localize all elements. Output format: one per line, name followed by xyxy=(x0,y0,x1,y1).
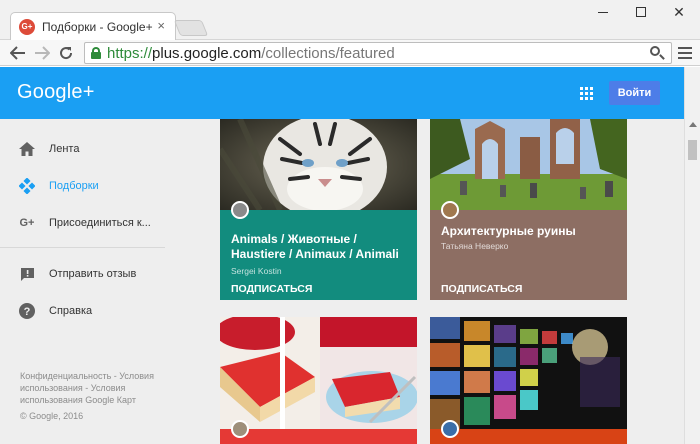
card-title: Animals / Животные / Haustiere / Animaux… xyxy=(231,232,399,261)
window-maximize-button[interactable] xyxy=(624,0,658,24)
sidebar-footer-links[interactable]: Конфиденциальность - Условия использован… xyxy=(20,370,165,406)
gplus-favicon-icon: G+ xyxy=(19,18,35,35)
browser-tab[interactable]: G+ Подборки - Google+ × xyxy=(10,12,176,40)
window-minimize-button[interactable] xyxy=(586,0,620,24)
card-info: Архитектурные руины Татьяна Неверко ПОДП… xyxy=(430,201,627,300)
sidebar-item-collections[interactable]: Подборки xyxy=(0,168,165,204)
url-scheme: https:// xyxy=(107,44,153,62)
feedback-icon xyxy=(18,265,36,283)
avatar xyxy=(441,420,459,438)
window-close-button[interactable]: ✕ xyxy=(662,0,696,24)
collection-card[interactable] xyxy=(430,317,627,444)
sidebar-item-label: Лента xyxy=(49,143,80,155)
forward-button[interactable] xyxy=(32,43,52,63)
avatar xyxy=(231,201,249,219)
sidebar-item-feedback[interactable]: Отправить отзыв xyxy=(0,256,165,292)
home-icon xyxy=(18,140,36,158)
new-tab-button[interactable] xyxy=(173,20,209,36)
page-scrollbar[interactable] xyxy=(684,67,700,444)
follow-button[interactable]: ПОДПИСАТЬСЯ xyxy=(441,283,522,295)
arrow-right-icon xyxy=(35,46,50,60)
gplus-icon: G+ xyxy=(19,217,35,229)
follow-button[interactable]: ПОДПИСАТЬСЯ xyxy=(231,283,312,295)
sidebar-item-help[interactable]: ? Справка xyxy=(0,293,165,329)
gplus-logo[interactable]: Google+ xyxy=(17,81,95,104)
tab-title: Подборки - Google+ xyxy=(42,19,153,34)
sidebar-item-label: Присоединиться к... xyxy=(49,217,151,229)
card-author: Татьяна Неверко xyxy=(441,241,509,251)
main-content: Лента Подборки G+ Присоединиться к... От… xyxy=(0,119,684,444)
card-info xyxy=(220,420,417,444)
sidebar-item-label: Подборки xyxy=(49,180,99,192)
avatar xyxy=(441,201,459,219)
sidebar: Лента Подборки G+ Присоединиться к... От… xyxy=(0,119,165,444)
browser-menu-icon[interactable] xyxy=(678,46,692,60)
card-info: Animals / Животные / Haustiere / Animaux… xyxy=(220,201,417,300)
signin-button[interactable]: Войти xyxy=(609,81,660,105)
browser-toolbar: https://plus.google.com/collections/feat… xyxy=(0,40,700,66)
tab-close-icon[interactable]: × xyxy=(157,19,165,33)
search-icon[interactable] xyxy=(649,45,665,61)
apps-grid-icon[interactable] xyxy=(580,87,593,100)
strawberry-pie-image xyxy=(220,317,417,429)
sidebar-item-label: Справка xyxy=(49,305,93,317)
scroll-thumb[interactable] xyxy=(688,140,697,160)
collection-card[interactable]: Архитектурные руины Татьяна Неверко ПОДП… xyxy=(430,119,627,300)
avatar xyxy=(231,420,249,438)
card-author: Sergei Kostin xyxy=(231,266,282,276)
maximize-icon xyxy=(636,7,646,17)
sidebar-item-join[interactable]: G+ Присоединиться к... xyxy=(0,205,165,241)
back-button[interactable] xyxy=(8,43,28,63)
copyright: © Google, 2016 xyxy=(20,411,84,421)
lock-icon xyxy=(91,47,101,59)
ruins-image xyxy=(430,119,627,210)
arrow-left-icon xyxy=(10,46,25,60)
url-path: /collections/featured xyxy=(261,44,395,62)
browser-tabstrip: G+ Подборки - Google+ × ✕ xyxy=(0,0,700,40)
sidebar-item-label: Отправить отзыв xyxy=(49,268,137,280)
scroll-up-icon[interactable] xyxy=(689,122,697,127)
help-icon: ? xyxy=(18,302,36,320)
reload-button[interactable] xyxy=(56,43,76,63)
card-title: Архитектурные руины xyxy=(441,224,576,238)
collections-icon xyxy=(18,177,36,195)
sidebar-item-home[interactable]: Лента xyxy=(0,131,165,167)
address-bar[interactable]: https://plus.google.com/collections/feat… xyxy=(84,42,672,64)
gplus-header: Google+ Войти xyxy=(0,67,684,119)
reload-icon xyxy=(60,47,73,60)
collection-card[interactable] xyxy=(220,317,417,444)
sidebar-divider xyxy=(0,247,165,248)
url-host: plus.google.com xyxy=(152,44,262,62)
white-tiger-image xyxy=(220,119,417,219)
tv-wall-image xyxy=(430,317,627,429)
svg-text:?: ? xyxy=(24,306,31,318)
minimize-icon xyxy=(598,11,608,13)
collection-card[interactable]: Animals / Животные / Haustiere / Animaux… xyxy=(220,119,417,300)
card-info xyxy=(430,420,627,444)
